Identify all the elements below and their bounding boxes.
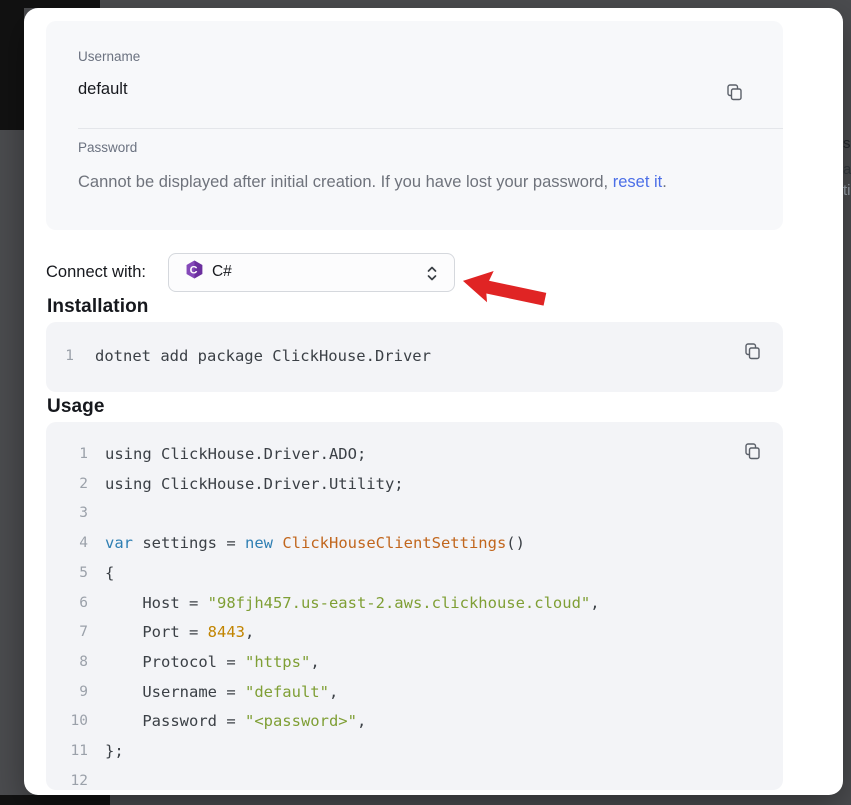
line-number: 10: [46, 707, 88, 737]
csharp-icon: C: [185, 260, 204, 284]
line-number: 4: [46, 529, 88, 559]
installation-code-block: 1 dotnet add package ClickHouse.Driver: [46, 322, 783, 392]
background-underlay-dark: [0, 0, 24, 130]
line-number: 11: [46, 737, 88, 767]
copy-icon: [725, 91, 743, 106]
code-text: {: [105, 559, 114, 589]
code-line: 5{: [46, 559, 783, 589]
code-line: 1 using ClickHouse.Driver.ADO;: [46, 440, 783, 470]
svg-text:C: C: [190, 264, 198, 276]
copy-username-button[interactable]: [725, 83, 743, 103]
language-select[interactable]: C C#: [168, 253, 455, 292]
username-label: Username: [78, 48, 140, 66]
copy-icon: [743, 450, 761, 465]
password-help-text: Cannot be displayed after initial creati…: [78, 171, 667, 193]
edge-text-fragment: s: [843, 135, 851, 152]
copy-usage-code-button[interactable]: [743, 442, 761, 462]
code-line: 2 using ClickHouse.Driver.Utility;: [46, 470, 783, 500]
usage-heading: Usage: [47, 396, 105, 418]
line-number: 1: [46, 342, 74, 372]
line-number: 3: [46, 499, 88, 529]
code-text: Protocol = "https",: [105, 648, 320, 678]
edge-text-fragment: a: [843, 161, 851, 178]
password-help-text-main: Cannot be displayed after initial creati…: [78, 173, 613, 191]
code-text: Port = 8443,: [105, 618, 254, 648]
copy-installation-code-button[interactable]: [743, 342, 761, 362]
card-divider: [78, 128, 783, 129]
edge-text-fragment: ti: [843, 182, 851, 199]
usage-code-block: 1 using ClickHouse.Driver.ADO; 2 using Clic…: [46, 422, 783, 790]
code-line: 8 Protocol = "https",: [46, 648, 783, 678]
code-text: using ClickHouse.Driver.Utility;: [105, 470, 404, 500]
code-line: 4 var settings = new ClickHouseClientSett…: [46, 529, 783, 559]
red-arrow-annotation: [458, 260, 554, 312]
line-number: 6: [46, 589, 88, 619]
line-number: 7: [46, 618, 88, 648]
code-line: 7 Port = 8443,: [46, 618, 783, 648]
chevron-updown-icon: [424, 265, 440, 287]
credentials-card: Username default Password Cannot be disp…: [46, 21, 783, 230]
line-number: 1: [46, 440, 88, 470]
code-line: 9 Username = "default",: [46, 678, 783, 708]
connect-with-label: Connect with:: [46, 263, 146, 282]
connect-with-row: Connect with: C C#: [46, 252, 455, 292]
password-label: Password: [78, 139, 137, 157]
connection-modal: Username default Password Cannot be disp…: [24, 8, 843, 795]
code-text: using ClickHouse.Driver.ADO;: [105, 440, 366, 470]
line-number: 9: [46, 678, 88, 708]
code-text: Username = "default",: [105, 678, 338, 708]
code-line: 10 Password = "<password>",: [46, 707, 783, 737]
line-number: 2: [46, 470, 88, 500]
code-line: 12: [46, 767, 783, 790]
code-line: 11};: [46, 737, 783, 767]
password-help-text-suffix: .: [662, 173, 667, 191]
username-value: default: [78, 78, 128, 100]
code-line: 3: [46, 499, 783, 529]
code-line: 1 dotnet add package ClickHouse.Driver: [46, 342, 783, 372]
language-select-value: C#: [212, 263, 232, 281]
line-number: 8: [46, 648, 88, 678]
background-underlay-dark-bottom: [0, 795, 110, 805]
background-underlay-dark-top: [0, 0, 100, 8]
code-text: var settings = new ClickHouseClientSetti…: [105, 529, 525, 559]
background-edge-strip: s a ti: [843, 0, 851, 805]
line-number: 12: [46, 767, 88, 790]
installation-heading: Installation: [47, 296, 149, 318]
code-text: };: [105, 737, 124, 767]
copy-icon: [743, 350, 761, 365]
line-number: 5: [46, 559, 88, 589]
code-text: dotnet add package ClickHouse.Driver: [95, 342, 431, 372]
code-line: 6 Host = "98fjh457.us-east-2.aws.clickho…: [46, 589, 783, 619]
code-text: Host = "98fjh457.us-east-2.aws.clickhous…: [105, 589, 600, 619]
code-text: Password = "<password>",: [105, 707, 366, 737]
reset-password-link[interactable]: reset it: [613, 173, 663, 191]
